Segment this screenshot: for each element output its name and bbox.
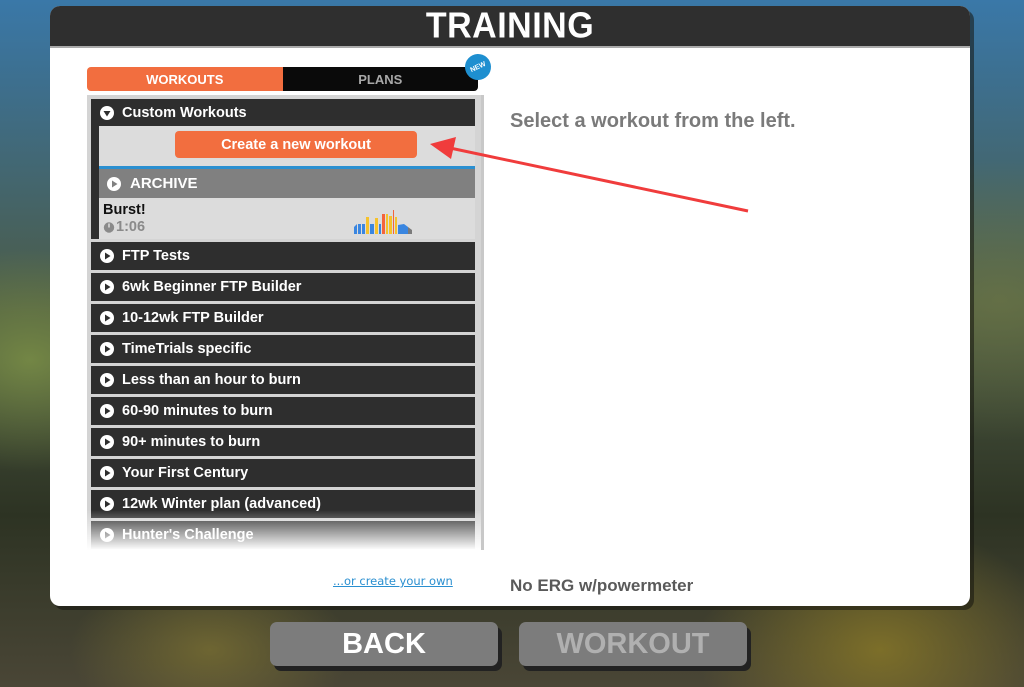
chevron-right-icon (100, 280, 114, 294)
workout-name: Burst! (103, 202, 146, 218)
chevron-right-icon (100, 435, 114, 449)
erg-status: No ERG w/powermeter (510, 576, 694, 595)
interval-bar (386, 214, 388, 234)
interval-bar (382, 214, 385, 234)
category-label: 6wk Beginner FTP Builder (122, 279, 302, 295)
custom-workouts-body: Create a new workout ARCHIVE Burst! 1:06 (91, 126, 475, 239)
category-label: Less than an hour to burn (122, 372, 301, 388)
chevron-right-icon (100, 311, 114, 325)
training-panel: TRAINING WORKOUTS PLANS NEW Custom Worko… (50, 6, 970, 606)
category-label: 10-12wk FTP Builder (122, 310, 264, 326)
chevron-right-icon (107, 176, 121, 191)
interval-bar (375, 218, 378, 234)
category-item[interactable]: 6wk Beginner FTP Builder (91, 273, 475, 301)
category-item[interactable]: Your First Century (91, 459, 475, 487)
custom-workouts-content: Create a new workout ARCHIVE Burst! 1:06 (99, 126, 475, 239)
archive-folder[interactable]: ARCHIVE (99, 169, 475, 198)
category-custom-workouts[interactable]: Custom Workouts (91, 99, 475, 127)
category-label: 60-90 minutes to burn (122, 403, 273, 419)
category-label: Your First Century (122, 465, 249, 481)
chevron-down-icon (100, 106, 114, 120)
interval-bar (379, 224, 381, 234)
workout-duration: 1:06 (103, 219, 145, 235)
tab-plans[interactable]: PLANS (282, 67, 478, 91)
category-item[interactable]: Less than an hour to burn (91, 366, 475, 394)
chevron-right-icon (100, 466, 114, 480)
category-label: Custom Workouts (122, 105, 247, 121)
category-label: FTP Tests (122, 248, 190, 264)
panel-header: TRAINING (50, 6, 970, 48)
chevron-right-icon (100, 497, 114, 511)
workout-item[interactable]: Burst! 1:06 (99, 198, 475, 239)
create-new-workout-button[interactable]: Create a new workout (175, 131, 417, 158)
workout-button[interactable]: WORKOUT (519, 622, 747, 666)
cooldown-tail (408, 227, 412, 234)
category-item[interactable]: TimeTrials specific (91, 335, 475, 363)
category-item[interactable]: 10-12wk FTP Builder (91, 304, 475, 332)
category-item[interactable]: 90+ minutes to burn (91, 428, 475, 456)
chevron-right-icon (100, 404, 114, 418)
archive-label: ARCHIVE (130, 175, 198, 192)
chevron-right-icon (100, 373, 114, 387)
category-label: 90+ minutes to burn (122, 434, 261, 450)
interval-bar (358, 224, 361, 234)
workout-profile-chart (354, 210, 412, 234)
interval-bar (393, 210, 394, 234)
list-fade (87, 510, 481, 550)
interval-bar (389, 216, 392, 234)
scrollbar[interactable] (481, 95, 484, 550)
chevron-right-icon (100, 342, 114, 356)
detail-placeholder: Select a workout from the left. (510, 110, 796, 132)
cooldown-block (398, 224, 408, 234)
create-your-own-link[interactable]: ...or create your own (333, 574, 453, 588)
warmup-block (354, 224, 357, 234)
back-button[interactable]: BACK (270, 622, 498, 666)
tab-bar: WORKOUTS PLANS (87, 67, 478, 91)
interval-bar (362, 224, 365, 234)
category-item[interactable]: 60-90 minutes to burn (91, 397, 475, 425)
workout-list[interactable]: Custom Workouts Create a new workout ARC… (87, 95, 481, 550)
chevron-right-icon (100, 249, 114, 263)
tab-workouts[interactable]: WORKOUTS (87, 67, 283, 91)
interval-bar (366, 217, 369, 234)
category-item[interactable]: FTP Tests (91, 242, 475, 270)
stopwatch-icon (103, 222, 115, 233)
interval-bar (395, 217, 397, 234)
interval-bar (370, 224, 374, 234)
page-title: TRAINING (425, 6, 595, 46)
duration-text: 1:06 (116, 219, 146, 235)
category-label: TimeTrials specific (122, 341, 252, 357)
